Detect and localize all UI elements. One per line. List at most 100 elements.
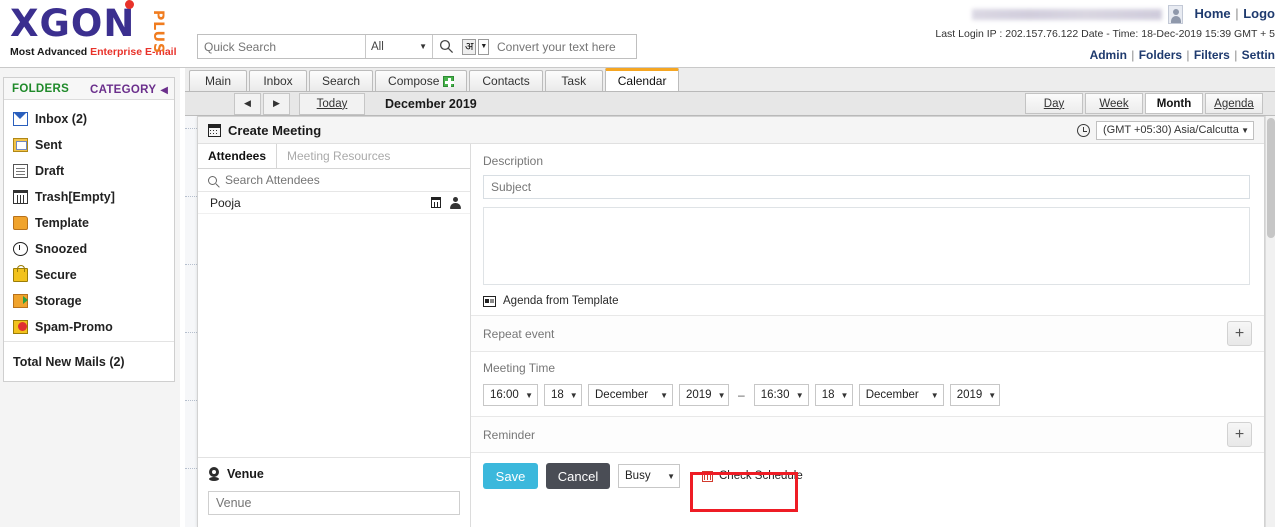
meeting-time-label: Meeting Time [483,361,556,375]
search-button[interactable] [433,35,459,58]
chevron-down-icon: ▼ [988,390,997,400]
view-month-button[interactable]: Month [1145,93,1203,114]
logo-letter-g: G [39,2,71,45]
quick-search-bar[interactable]: All ▼ अ ▼ [197,34,656,59]
logout-link[interactable]: Logo [1243,6,1275,21]
tab-main[interactable]: Main [189,70,247,91]
end-time-select[interactable]: 16:30 ▼ [753,384,809,406]
time-range-separator: – [738,388,745,402]
availability-status-select[interactable]: Busy ▼ [618,464,680,488]
search-input[interactable] [198,35,365,58]
save-button[interactable]: Save [483,463,538,489]
meeting-time-section: Meeting Time 16:00 ▼ 18 ▼ December ▼ 2019 ▼ … [471,351,1264,416]
logo-plus-text: PLUS [150,10,166,55]
prev-month-button[interactable]: ◀ [234,92,261,115]
scrollbar-thumb[interactable] [1267,118,1275,238]
view-agenda-button[interactable]: Agenda [1205,93,1263,114]
trash-icon[interactable] [431,197,441,208]
attendee-row[interactable]: Pooja [198,192,470,214]
tab-contacts[interactable]: Contacts [469,70,543,91]
subject-input[interactable] [483,175,1250,199]
main-tab-strip: Main Inbox Search Compose Contacts Task … [185,68,1275,92]
add-reminder-button[interactable]: + [1227,422,1252,447]
search-attendees-input[interactable] [223,172,423,188]
attendees-search-row[interactable] [198,169,470,192]
start-day-select[interactable]: 18 ▼ [544,384,582,406]
tab-task[interactable]: Task [544,70,603,91]
dialog-action-row: Save Cancel Busy ▼ Check Schedule [471,452,1264,499]
sidebar-item-snoozed[interactable]: Snoozed [4,236,174,262]
settings-link[interactable]: Settin [1242,48,1275,62]
sidebar: FOLDERS CATEGORY ◀ Inbox (2) Sent Draft T… [0,68,180,527]
admin-link[interactable]: Admin [1090,48,1127,62]
calendar-view-switcher: Day Week Month Agenda [1025,93,1275,114]
sidebar-item-secure[interactable]: Secure [4,262,174,288]
check-schedule-button[interactable]: Check Schedule [696,467,809,485]
end-year-select[interactable]: 2019 ▼ [949,384,1000,406]
storage-folder-icon [13,294,28,308]
attendees-panel: Attendees Meeting Resources Pooja Ven [198,144,471,527]
availability-value: Busy [625,470,651,482]
search-icon [208,175,217,185]
sidebar-item-template[interactable]: Template [4,210,174,236]
person-icon[interactable] [450,196,461,209]
avatar[interactable] [1168,5,1183,24]
tab-compose[interactable]: Compose [375,70,468,91]
spam-icon [13,320,28,334]
chevron-down-icon: ▼ [569,390,578,400]
sidebar-item-spam[interactable]: Spam-Promo [4,314,174,340]
category-toggle[interactable]: CATEGORY ◀ [90,82,168,96]
description-textarea[interactable] [483,207,1250,285]
folders-link[interactable]: Folders [1139,48,1182,62]
tab-inbox[interactable]: Inbox [249,70,307,91]
calendar-check-icon [702,470,713,482]
sidebar-item-draft[interactable]: Draft [4,158,174,184]
end-month-select[interactable]: December ▼ [858,384,944,406]
start-month-select[interactable]: December ▼ [588,384,673,406]
search-scope-select[interactable]: All ▼ [365,35,433,58]
sidebar-item-storage[interactable]: Storage [4,288,174,314]
description-label: Description [483,154,544,168]
lock-icon [13,265,28,282]
current-month-label: December 2019 [385,96,477,111]
next-month-button[interactable]: ▶ [263,92,290,115]
draft-icon [13,164,28,178]
tab-meeting-resources[interactable]: Meeting Resources [277,144,400,168]
chevron-down-icon: ▼ [667,471,675,481]
start-year-select[interactable]: 2019 ▼ [679,384,729,406]
chevron-down-icon: ▼ [419,42,427,51]
start-time-select[interactable]: 16:00 ▼ [483,384,538,406]
create-meeting-dialog: Create Meeting (GMT +05:30) Asia/Calcutt… [197,116,1265,527]
brand-logo[interactable]: XGO N PLUS Most Advanced Enterprise E-mai… [6,0,184,64]
agenda-from-template-button[interactable]: Agenda from Template [483,295,1250,315]
attendees-empty-space [198,214,470,457]
today-button[interactable]: Today [299,92,365,115]
sidebar-item-inbox[interactable]: Inbox (2) [4,106,174,132]
sidebar-item-sent[interactable]: Sent [4,132,174,158]
home-link[interactable]: Home [1195,6,1231,21]
tab-attendees[interactable]: Attendees [198,144,278,168]
convert-text-input[interactable] [493,35,656,58]
tab-search[interactable]: Search [309,70,374,91]
location-pin-icon [208,467,220,481]
view-day-button[interactable]: Day [1025,93,1083,114]
repeat-event-label: Repeat event [483,326,555,341]
language-converter-toggle[interactable]: अ ▼ [459,35,493,58]
template-folder-icon [13,216,28,230]
add-repeat-event-button[interactable]: + [1227,321,1252,346]
tab-calendar[interactable]: Calendar [604,68,680,91]
template-icon [483,295,496,307]
view-week-button[interactable]: Week [1085,93,1143,114]
clock-icon [1077,123,1090,137]
total-new-mails: Total New Mails (2) [4,341,174,381]
page-scrollbar[interactable] [1265,116,1275,527]
timezone-select[interactable]: (GMT +05:30) Asia/Calcutta ▼ [1096,120,1254,140]
venue-input[interactable] [208,491,460,515]
timezone-control[interactable]: (GMT +05:30) Asia/Calcutta ▼ [1077,120,1254,140]
venue-section: Venue [198,457,470,527]
sidebar-item-trash[interactable]: Trash[Empty] [4,184,174,210]
sent-icon [13,138,28,152]
end-day-select[interactable]: 18 ▼ [814,384,853,406]
filters-link[interactable]: Filters [1194,48,1230,62]
cancel-button[interactable]: Cancel [546,463,610,489]
